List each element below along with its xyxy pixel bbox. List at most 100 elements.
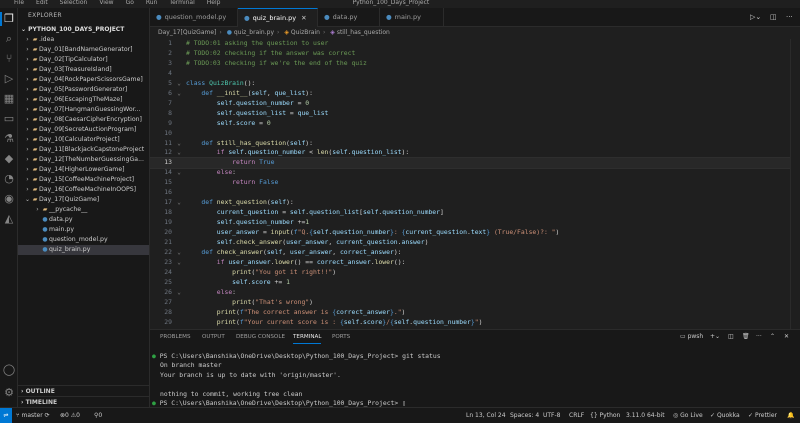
menu-item-terminal[interactable]: Terminal <box>169 0 194 6</box>
fold-chevron-icon[interactable]: ⌄ <box>175 288 183 298</box>
tree-file[interactable]: ●question_model.py <box>18 235 149 245</box>
breadcrumb-class[interactable]: QuizBrain <box>291 29 320 36</box>
code-line[interactable]: 16 <box>150 188 790 198</box>
copilot-icon[interactable]: ◉ <box>2 192 16 206</box>
tree-folder[interactable]: › ▰ Day_06[EscapingTheMaze] <box>18 95 149 105</box>
breadcrumb-method[interactable]: still_has_question <box>337 29 390 36</box>
notifications-bell-icon[interactable]: 🔔 <box>787 408 794 423</box>
tree-folder[interactable]: › ▰ __pycache__ <box>18 205 149 215</box>
menu-item-edit[interactable]: Edit <box>36 0 48 6</box>
tree-folder[interactable]: ⌄ ▰ Day_17[QuizGame] <box>18 195 149 205</box>
code-line[interactable]: 2 # TODO:02 checking if the answer was co… <box>150 49 790 59</box>
fold-chevron-icon[interactable]: ⌄ <box>175 248 183 258</box>
code-line[interactable]: 21 self.check_answer(user_answer, curren… <box>150 238 790 248</box>
tab-main[interactable]: ● main.py <box>380 8 444 27</box>
tab-problems[interactable]: PROBLEMS <box>160 330 191 344</box>
tree-folder[interactable]: › ▰ Day_16[CoffeeMachineInOOPS] <box>18 185 149 195</box>
editor-scrollbar[interactable] <box>790 39 800 329</box>
breadcrumb-folder[interactable]: Day_17[QuizGame] <box>158 29 216 36</box>
more-actions-icon[interactable]: ··· <box>786 8 793 27</box>
tree-folder[interactable]: › ▰ Day_10[CalculatorProject] <box>18 135 149 145</box>
outline-section[interactable]: › OUTLINE <box>18 385 149 396</box>
settings-gear-icon[interactable]: ⚙ <box>2 386 16 400</box>
code-line[interactable]: 3 # TODO:03 checking if we're the end of … <box>150 59 790 69</box>
code-line[interactable]: 15 return False <box>150 178 790 188</box>
menu-item-selection[interactable]: Selection <box>60 0 88 6</box>
menu-item-help[interactable]: Help <box>207 0 221 6</box>
close-panel-icon[interactable]: ✕ <box>784 330 789 344</box>
python-icon[interactable]: ◆ <box>2 152 16 166</box>
menu-item-run[interactable]: Run <box>146 0 158 6</box>
code-line[interactable]: 14 ⌄ else: <box>150 168 790 178</box>
tree-folder[interactable]: › ▰ Day_11[BlackjackCapstoneProject <box>18 145 149 155</box>
fold-chevron-icon[interactable]: ⌄ <box>175 139 183 149</box>
tree-folder[interactable]: › ▰ Day_07[HangmanGuessingWor... <box>18 105 149 115</box>
code-line[interactable]: 11 ⌄ def still_has_question(self): <box>150 139 790 149</box>
ports-indicator[interactable]: ⚲0 <box>94 408 102 423</box>
code-line[interactable]: 28 print(f"The correct answer is {correc… <box>150 308 790 318</box>
tree-folder[interactable]: › ▰ Day_01[BandNameGenerator] <box>18 45 149 55</box>
fold-chevron-icon[interactable]: ⌄ <box>175 89 183 99</box>
run-debug-icon[interactable]: ▷ <box>2 72 16 86</box>
tree-folder[interactable]: › ▰ Day_04[RockPaperScissorsGame] <box>18 75 149 85</box>
fold-chevron-icon[interactable]: ⌄ <box>175 148 183 158</box>
search-icon[interactable]: ⌕ <box>2 32 16 46</box>
remote-explorer-icon[interactable]: ▭ <box>2 112 16 126</box>
timeline-section[interactable]: › TIMELINE <box>18 396 149 407</box>
tree-folder[interactable]: › ▰ Day_15[CoffeeMachineProject] <box>18 175 149 185</box>
explorer-icon[interactable]: ❐ <box>0 12 16 26</box>
chevron-up-icon[interactable]: ⌃ <box>770 330 775 344</box>
language-mode[interactable]: {} Python <box>590 408 620 423</box>
extensions-icon[interactable]: ▦ <box>2 92 16 106</box>
prettier[interactable]: ✓ Prettier <box>748 408 777 423</box>
code-line[interactable]: 17 ⌄ def next_question(self): <box>150 198 790 208</box>
tree-folder[interactable]: › ▰ Day_12[TheNumberGuessingGa... <box>18 155 149 165</box>
tab-output[interactable]: OUTPUT <box>202 330 225 344</box>
tab-question-model[interactable]: ● question_model.py <box>150 8 238 27</box>
cursor-position[interactable]: Ln 13, Col 24 <box>466 408 506 423</box>
fold-chevron-icon[interactable]: ⌄ <box>175 258 183 268</box>
code-line[interactable]: 29 print(f"Your current score is : {self… <box>150 318 790 328</box>
menu-item-file[interactable]: File <box>14 0 24 6</box>
python-interpreter[interactable]: 3.11.0 64-bit <box>626 408 665 423</box>
new-terminal-icon[interactable]: +⌄ <box>710 330 720 344</box>
tree-file[interactable]: ●quiz_brain.py <box>18 245 149 255</box>
code-line[interactable]: 20 user_answer = input(f"Q.{self.questio… <box>150 228 790 238</box>
live-share-icon[interactable]: ◔ <box>2 172 16 186</box>
close-tab-icon[interactable]: ✕ <box>301 14 306 22</box>
tree-file[interactable]: ●data.py <box>18 215 149 225</box>
quokka[interactable]: ✓ Quokka <box>710 408 740 423</box>
code-line[interactable]: 27 print("That's wrong") <box>150 298 790 308</box>
go-live[interactable]: ◎ Go Live <box>673 408 703 423</box>
code-line[interactable]: 9 self.score = 0 <box>150 119 790 129</box>
tree-folder[interactable]: › ▰ Day_14[HigherLowerGame] <box>18 165 149 175</box>
code-line[interactable]: 25 self.score += 1 <box>150 278 790 288</box>
code-line[interactable]: 8 self.question_list = que_list <box>150 109 790 119</box>
tree-folder[interactable]: › ▰ .idea <box>18 35 149 45</box>
more-actions-icon[interactable]: ··· <box>756 330 762 344</box>
menu-item-view[interactable]: View <box>99 0 113 6</box>
code-line[interactable]: 13 return True <box>150 157 790 170</box>
terminal-shell-indicator[interactable]: ▭ pwsh <box>680 330 703 344</box>
fold-chevron-icon[interactable]: ⌄ <box>175 79 183 89</box>
menu-item-go[interactable]: Go <box>126 0 134 6</box>
tree-folder[interactable]: › ▰ Day_05[PasswordGenerator] <box>18 85 149 95</box>
code-line[interactable]: 5 ⌄ class QuizBrain(): <box>150 79 790 89</box>
code-line[interactable]: 12 ⌄ if self.question_number < len(self.q… <box>150 148 790 158</box>
tab-debug-console[interactable]: DEBUG CONSOLE <box>236 330 285 344</box>
tab-terminal[interactable]: TERMINAL <box>293 330 322 344</box>
indentation[interactable]: Spaces: 4 <box>510 408 539 423</box>
code-line[interactable]: 23 ⌄ if user_answer.lower() == correct_an… <box>150 258 790 268</box>
encoding[interactable]: UTF-8 <box>543 408 561 423</box>
testing-icon[interactable]: ⚗ <box>2 132 16 146</box>
code-line[interactable]: 19 self.question_number +=1 <box>150 218 790 228</box>
code-line[interactable]: 10 <box>150 129 790 139</box>
code-line[interactable]: 6 ⌄ def __init__(self, que_list): <box>150 89 790 99</box>
breadcrumb-file[interactable]: quiz_brain.py <box>234 29 274 36</box>
fold-chevron-icon[interactable]: ⌄ <box>175 198 183 208</box>
git-branch[interactable]: ⑂ master ⟳ <box>16 408 50 423</box>
code-editor[interactable]: 1 # TODO:01 asking the question to user 2 #… <box>150 39 790 329</box>
line-ending[interactable]: CRLF <box>569 408 584 423</box>
tree-folder[interactable]: › ▰ Day_09[SecretAuctionProgram] <box>18 125 149 135</box>
tab-ports[interactable]: PORTS <box>332 330 350 344</box>
